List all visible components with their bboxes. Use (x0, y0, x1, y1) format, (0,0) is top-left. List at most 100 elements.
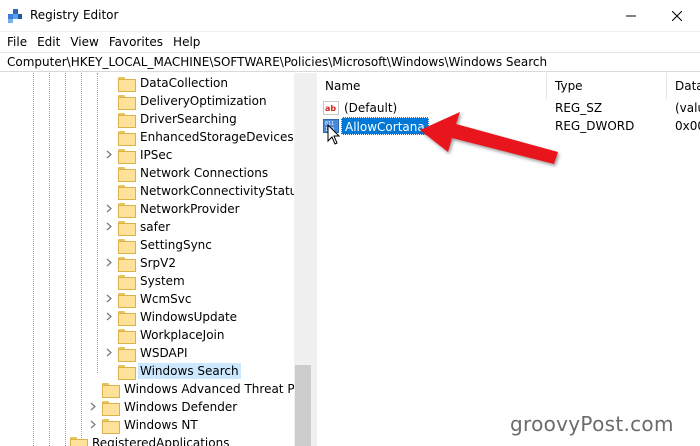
chevron-right-icon[interactable] (105, 312, 114, 321)
tree-item-label: SettingSync (140, 238, 212, 252)
tree-item-label: Network Connections (140, 166, 269, 180)
tree-guide-line (65, 73, 66, 446)
column-header-name[interactable]: Name (317, 73, 547, 99)
value-type: REG_DWORD (555, 119, 635, 133)
tree-item-label: DeliveryOptimization (140, 94, 267, 108)
folder-icon (118, 328, 136, 344)
chevron-right-icon[interactable] (105, 204, 114, 213)
tree-guide-line (49, 73, 50, 446)
folder-icon (118, 184, 136, 200)
menu-favorites[interactable]: Favorites (104, 32, 168, 52)
red-arrow-annotation-icon (420, 112, 558, 164)
tree-item[interactable]: WorkplaceJoin (118, 326, 227, 344)
tree-item-label: WSDAPI (140, 346, 188, 360)
svg-text:ab: ab (325, 104, 336, 113)
tree-item[interactable]: Windows Advanced Threat Prote (102, 380, 312, 398)
value-name: (Default) (344, 101, 398, 115)
tree-item[interactable]: DeliveryOptimization (118, 92, 269, 110)
tree-item[interactable]: Windows Search (118, 362, 241, 380)
tree-item[interactable]: Windows NT (90, 416, 200, 434)
folder-icon (118, 346, 136, 362)
column-header-type[interactable]: Type (547, 73, 667, 99)
column-header-data[interactable]: Data (667, 73, 700, 99)
key-tree: DataCollection DeliveryOptimization Driver… (0, 73, 312, 446)
menu-file[interactable]: File (2, 32, 32, 52)
folder-icon (118, 274, 136, 290)
tree-item-label: IPSec (140, 148, 173, 162)
tree-guide-line (81, 73, 82, 446)
mouse-cursor-icon (327, 124, 341, 145)
tree-scrollbar-thumb[interactable] (295, 365, 311, 446)
tree-item[interactable]: DriverSearching (118, 110, 239, 128)
tree-item-label: RegisteredApplications (92, 436, 230, 446)
menu-view[interactable]: View (65, 32, 103, 52)
tree-item[interactable]: SrpV2 (106, 254, 178, 272)
tree-item[interactable]: RegisteredApplications (70, 434, 231, 446)
folder-icon (118, 364, 136, 380)
column-data-label: Data (675, 79, 700, 93)
folder-icon (102, 400, 120, 416)
close-icon (672, 11, 682, 21)
chevron-right-icon[interactable] (105, 222, 114, 231)
tree-item[interactable]: System (118, 272, 187, 290)
folder-icon (118, 166, 136, 182)
address-path: Computer\HKEY_LOCAL_MACHINE\SOFTWARE\Pol… (7, 55, 548, 69)
registry-editor-icon (8, 9, 22, 23)
tree-scrollbar[interactable] (294, 73, 312, 446)
folder-icon (118, 256, 136, 272)
chevron-right-icon[interactable] (89, 420, 98, 429)
minimize-button[interactable] (608, 0, 654, 32)
chevron-right-icon[interactable] (105, 150, 114, 159)
tree-item[interactable]: IPSec (106, 146, 174, 164)
folder-icon (102, 382, 120, 398)
title-bar: Registry Editor (0, 0, 700, 32)
tree-item[interactable]: Windows Defender (90, 398, 239, 416)
tree-item[interactable]: WSDAPI (106, 344, 190, 362)
tree-item-label: EnhancedStorageDevices (140, 130, 294, 144)
menu-help-label: Help (173, 35, 201, 49)
tree-item[interactable]: SettingSync (118, 236, 214, 254)
folder-icon (118, 202, 136, 218)
tree-item-label: WindowsUpdate (140, 310, 238, 324)
chevron-right-icon[interactable] (105, 294, 114, 303)
tree-guide-line (33, 73, 34, 446)
menu-favorites-label: Favorites (108, 35, 164, 49)
tree-item[interactable]: EnhancedStorageDevices (118, 128, 296, 146)
tree-item-label: SrpV2 (140, 256, 177, 270)
chevron-right-icon[interactable] (105, 348, 114, 357)
column-type-label: Type (555, 79, 583, 93)
string-value-icon: ab (323, 101, 339, 115)
tree-item[interactable]: safer (106, 218, 172, 236)
tree-item-label: NetworkConnectivityStatusInc (140, 184, 312, 198)
folder-icon (118, 130, 136, 146)
window-title: Registry Editor (30, 8, 119, 22)
address-bar[interactable]: Computer\HKEY_LOCAL_MACHINE\SOFTWARE\Pol… (0, 52, 700, 72)
tree-item[interactable]: WindowsUpdate (106, 308, 239, 326)
column-name-label: Name (325, 79, 361, 93)
watermark: groovyPost.com (510, 412, 674, 436)
tree-item-label: safer (140, 220, 171, 234)
tree-item-label: DataCollection (140, 76, 229, 90)
tree-item[interactable]: NetworkConnectivityStatusInc (118, 182, 312, 200)
menu-bar: File Edit View Favorites Help (0, 32, 700, 52)
folder-icon (70, 436, 88, 446)
folder-icon (118, 220, 136, 236)
menu-edit[interactable]: Edit (32, 32, 65, 52)
tree-item-label: Windows NT (124, 418, 198, 432)
tree-item[interactable]: DataCollection (118, 74, 230, 92)
folder-icon (102, 418, 120, 434)
chevron-right-icon[interactable] (105, 258, 114, 267)
menu-edit-label: Edit (37, 35, 61, 49)
chevron-right-icon[interactable] (89, 402, 98, 411)
tree-item-label: WorkplaceJoin (140, 328, 225, 342)
minimize-icon (626, 15, 636, 17)
menu-help[interactable]: Help (168, 32, 205, 52)
value-data: 0x000 (675, 119, 700, 133)
tree-item-label: Windows Search (138, 363, 241, 379)
tree-item[interactable]: NetworkProvider (106, 200, 242, 218)
tree-item[interactable]: Network Connections (118, 164, 270, 182)
tree-item[interactable]: WcmSvc (106, 290, 193, 308)
folder-icon (118, 238, 136, 254)
folder-icon (118, 112, 136, 128)
close-button[interactable] (654, 0, 700, 32)
